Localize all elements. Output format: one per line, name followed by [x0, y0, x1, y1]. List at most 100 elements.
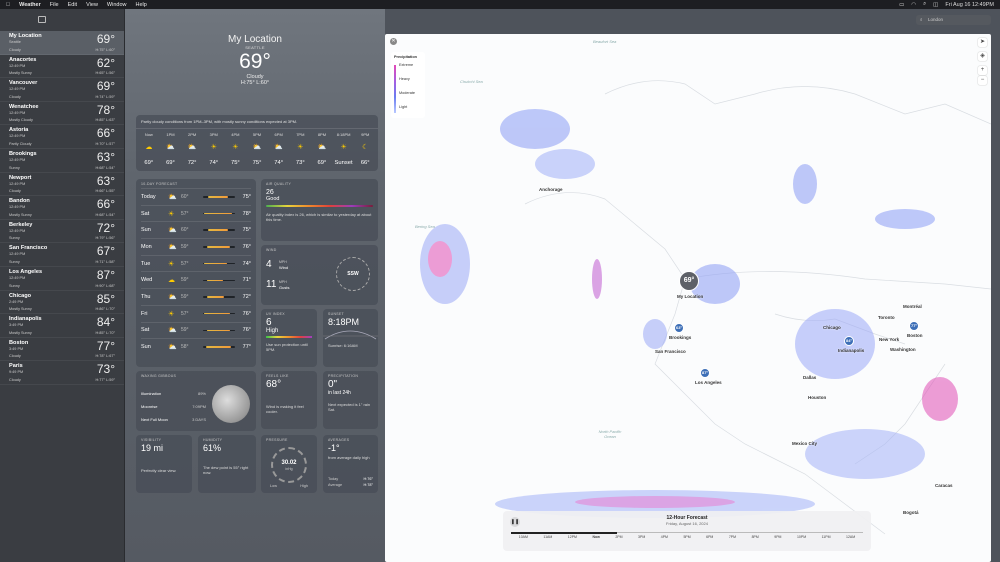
precipitation-card[interactable]: PRECIPITATION 0" in last 24h Next expect…	[323, 371, 378, 429]
visibility-card[interactable]: VISIBILITY 19 mi Perfectly clear view.	[136, 435, 192, 493]
pressure-value: 30.02	[281, 460, 297, 466]
day-name: Sat	[141, 327, 150, 334]
menu-edit[interactable]: Edit	[68, 2, 77, 8]
location-item[interactable]: Los Angeles 12:49 PM Sunny 87° H:90° L:6…	[0, 267, 124, 291]
current-temp: 69°	[239, 50, 271, 73]
menu-file[interactable]: File	[50, 2, 59, 8]
app-menu[interactable]: Weather	[19, 2, 41, 8]
menu-bar:  Weather File Edit View Window Help ▭ ◠…	[0, 0, 1000, 9]
pin-brookings[interactable]: 63°	[674, 323, 684, 333]
location-item[interactable]: Indianapolis 3:49 PM Mostly Sunny 84° H:…	[0, 314, 124, 338]
timeline-tick[interactable]: 10PM	[797, 535, 806, 539]
timeline-tick[interactable]: 12AM	[846, 535, 855, 539]
menu-view[interactable]: View	[86, 2, 98, 8]
forecast-day-row[interactable]: Sat ☀ 57° 78°	[141, 204, 251, 222]
forecast-day-row[interactable]: Tue ☀ 57° 74°	[141, 254, 251, 272]
menu-window[interactable]: Window	[107, 2, 127, 8]
hour-item: Now ☁ 69°	[138, 132, 160, 166]
layers-icon[interactable]: ◈	[978, 52, 987, 61]
forecast-day-row[interactable]: Today ⛅ 60° 75°	[141, 188, 251, 205]
timeline-tick[interactable]: 3PM	[638, 535, 645, 539]
wifi-icon[interactable]: ◠	[911, 2, 916, 8]
forecast-day-row[interactable]: Thu ⛅ 59° 72°	[141, 288, 251, 305]
humidity-value: 61%	[203, 443, 222, 453]
search-field[interactable]: ⌕ London	[916, 15, 991, 25]
pressure-card[interactable]: PRESSURE 30.02 inHg Low High	[261, 435, 317, 493]
location-item-condition: Sunny	[9, 259, 20, 264]
timeline-tick[interactable]: 8PM	[752, 535, 759, 539]
ten-day-forecast-card[interactable]: 10-DAY FORECAST Today ⛅ 60° 75° Sat ☀ 57°…	[136, 179, 256, 367]
location-item-highlow: H:90° L:68°	[95, 283, 115, 288]
humidity-card[interactable]: HUMIDITY 61% The dew point is 55° right …	[198, 435, 256, 493]
location-item[interactable]: Vancouver 12:49 PM Cloudy 69° H:74° L:59…	[0, 78, 124, 102]
location-item[interactable]: Bandon 12:49 PM Mostly Sunny 66° H:68° L…	[0, 196, 124, 220]
spotlight-icon[interactable]: ⌕	[923, 1, 926, 8]
precipitation-map[interactable]: ✕ Precipitation Extreme Heavy Moderate L…	[385, 34, 991, 562]
forecast-day-row[interactable]: Wed ☁ 59° 71°	[141, 271, 251, 288]
location-item[interactable]: My Location Seattle Cloudy 69° H:75° L:6…	[0, 31, 124, 55]
timeline-tick[interactable]: 6PM	[706, 535, 713, 539]
label-indianapolis: Indianapolis	[838, 348, 865, 353]
timeline-tick[interactable]: Now	[592, 535, 599, 539]
timeline-tick[interactable]: 4PM	[661, 535, 668, 539]
timeline-tick[interactable]: 10AM	[519, 535, 528, 539]
hour-label: 9PM	[361, 132, 370, 137]
apple-icon[interactable]: 	[6, 2, 10, 8]
close-map-button[interactable]: ✕	[390, 38, 397, 45]
air-quality-card[interactable]: AIR QUALITY 26 Good Air quality index is…	[261, 179, 378, 241]
menubar-clock[interactable]: Fri Aug 16 12:49PM	[945, 2, 994, 8]
timeline-tick[interactable]: 5PM	[683, 535, 690, 539]
pin-boston[interactable]: 77°	[909, 321, 919, 331]
location-item-highlow: H:86° L:70°	[95, 307, 115, 312]
forecast-day-row[interactable]: Sun ⛅ 60° 75°	[141, 221, 251, 238]
location-item[interactable]: Astoria 12:49 PM Partly Cloudy 66° H:70°…	[0, 125, 124, 149]
location-item[interactable]: Boston 3:49 PM Cloudy 77° H:78° L:67°	[0, 338, 124, 362]
timeline-tick[interactable]: 11PM	[822, 535, 831, 539]
moon-card[interactable]: WAXING GIBBOUS Illumination 89% Moonrise 7…	[136, 371, 256, 431]
feels-like-title: FEELS LIKE	[266, 374, 289, 378]
sidebar-toggle-icon[interactable]	[38, 16, 46, 23]
location-item-condition: Mostly Sunny	[9, 71, 32, 76]
location-item[interactable]: Brookings 12:49 PM Sunny 63° H:68° L:54°	[0, 149, 124, 173]
timeline-tick[interactable]: 2PM	[615, 535, 622, 539]
forecast-day-row[interactable]: Sun ⛅ 58° 77°	[141, 338, 251, 355]
location-item[interactable]: Chicago 2:49 PM Mostly Sunny 85° H:86° L…	[0, 291, 124, 315]
forecast-timeline[interactable]: ❚❚ 12-Hour Forecast Friday, August 16, 2…	[503, 511, 871, 551]
timeline-tick[interactable]: 11AM	[543, 535, 552, 539]
pin-indianapolis[interactable]: 84°	[844, 336, 854, 346]
pin-los-angeles[interactable]: 87°	[700, 368, 710, 378]
locate-icon[interactable]: ➤	[978, 38, 987, 47]
feels-like-card[interactable]: FEELS LIKE 68° Wind is making it feel co…	[261, 371, 317, 429]
location-item[interactable]: Anacortes 12:49 PM Mostly Sunny 62° H:65…	[0, 55, 124, 79]
location-item[interactable]: Paris 9:49 PM Cloudy 73° H:77° L:59°	[0, 361, 124, 385]
zoom-out-button[interactable]: −	[978, 76, 987, 85]
location-item-condition: Sunny	[9, 236, 20, 241]
location-item-condition: Cloudy	[9, 377, 21, 382]
location-item[interactable]: Berkeley 12:49 PM Sunny 72° H:79° L:56°	[0, 220, 124, 244]
location-item[interactable]: Wenatchee 12:49 PM Mostly Cloudy 78° H:8…	[0, 102, 124, 126]
uv-index-card[interactable]: UV INDEX 6 High Use sun protection until…	[261, 309, 317, 367]
location-item[interactable]: Newport 12:49 PM Cloudy 63° H:66° L:55°	[0, 173, 124, 197]
location-item[interactable]: San Francisco 12:49 PM Sunny 67° H:71° L…	[0, 243, 124, 267]
hourly-forecast-card[interactable]: Partly cloudy conditions from 1PM–3PM, w…	[136, 115, 378, 171]
menu-help[interactable]: Help	[135, 2, 146, 8]
zoom-in-button[interactable]: +	[978, 66, 987, 75]
timeline-tick[interactable]: 7PM	[729, 535, 736, 539]
battery-icon[interactable]: ▭	[899, 2, 904, 8]
control-center-icon[interactable]: ◫	[933, 2, 938, 8]
forecast-day-row[interactable]: Sat ⛅ 59° 76°	[141, 321, 251, 339]
averages-card[interactable]: AVERAGES -1° from average daily high Tod…	[323, 435, 378, 493]
hour-label: 8PM	[317, 132, 327, 137]
precip-value: 0"	[328, 379, 338, 390]
averages-description: from average daily high	[328, 455, 370, 460]
timeline-tick[interactable]: 12PM	[568, 535, 577, 539]
forecast-day-row[interactable]: Fri ☀ 57° 76°	[141, 304, 251, 322]
my-location-pin[interactable]: 69°	[679, 271, 699, 291]
wind-card[interactable]: WIND 4 MPH Wind 11 MPH Gusts SSW	[261, 245, 378, 305]
hour-temp: 72°	[187, 160, 197, 166]
forecast-day-row[interactable]: Mon ⛅ 59° 76°	[141, 238, 251, 255]
gust-label: Gusts	[279, 285, 290, 290]
location-sidebar: My Location Seattle Cloudy 69° H:75° L:6…	[0, 9, 125, 562]
timeline-tick[interactable]: 9PM	[774, 535, 781, 539]
sunset-card[interactable]: SUNSET 8:18PM Sunrise: 6:16AM	[323, 309, 378, 367]
